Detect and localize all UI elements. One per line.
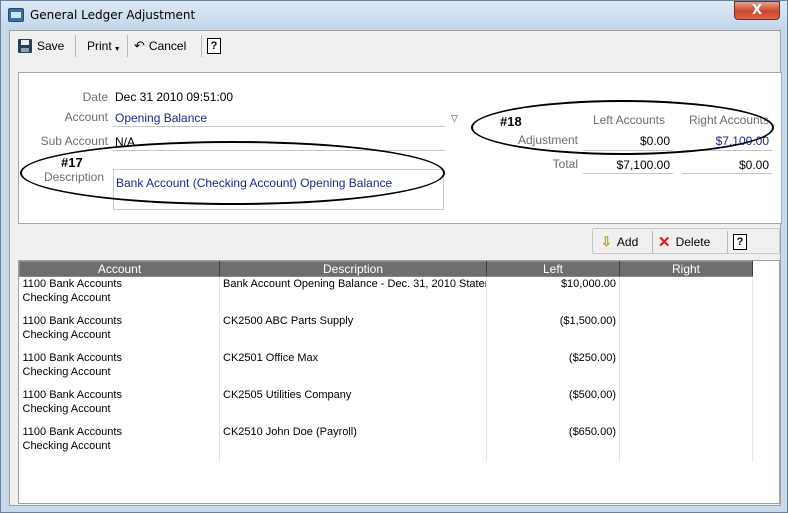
cancel-label: Cancel	[148, 39, 187, 53]
grid-help-button[interactable]: ?	[733, 232, 747, 252]
floppy-disk-icon	[18, 39, 32, 53]
toolbar-separator	[201, 35, 202, 57]
grid-toolbar: ⇩ Add ✕ Delete ?	[592, 228, 780, 254]
delete-x-icon: ✕	[658, 234, 671, 251]
account-cell: 1100 Bank Accounts Checking Account	[19, 424, 220, 462]
window-frame: General Ledger Adjustment X Save Print ▼…	[0, 0, 788, 513]
column-header-left[interactable]: Left	[486, 261, 620, 277]
left-cell: ($250.00)	[486, 350, 620, 388]
cancel-button[interactable]: ↶ Cancel	[134, 36, 186, 56]
account-select[interactable]: Opening Balance	[115, 111, 207, 125]
account-line-1: 1100 Bank Accounts	[22, 314, 122, 327]
help-icon: ?	[207, 38, 221, 54]
window-title: General Ledger Adjustment	[30, 8, 196, 22]
date-value: Dec 31 2010 09:51:00	[115, 90, 234, 104]
toolbar-separator	[652, 231, 653, 253]
description-cell: CK2500 ABC Parts Supply	[219, 313, 487, 351]
table-row[interactable]: 1100 Bank Accounts Checking Account Bank …	[19, 276, 753, 314]
ledger-table: Account Description Left Right 1100 Bank…	[19, 261, 753, 462]
left-cell: ($650.00)	[486, 424, 620, 462]
account-cell: 1100 Bank Accounts Checking Account	[19, 350, 220, 388]
description-cell: CK2510 John Doe (Payroll)	[219, 424, 487, 462]
account-cell: 1100 Bank Accounts Checking Account	[19, 313, 220, 351]
right-cell	[619, 313, 753, 351]
undo-icon: ↶	[134, 38, 145, 53]
ledger-grid: Account Description Left Right 1100 Bank…	[18, 260, 780, 504]
account-cell: 1100 Bank Accounts Checking Account	[19, 387, 220, 425]
add-label: Add	[616, 235, 639, 249]
right-cell	[619, 276, 753, 314]
save-label: Save	[37, 39, 65, 53]
table-row[interactable]: 1100 Bank Accounts Checking Account CK250…	[19, 313, 753, 351]
print-button[interactable]: Print ▼	[87, 36, 121, 56]
adjustment-form: Date Dec 31 2010 09:51:00 Account Openin…	[18, 72, 782, 224]
account-line-2: Checking Account	[22, 402, 111, 415]
help-button[interactable]: ?	[207, 36, 221, 56]
sub-account-label: Sub Account	[40, 134, 108, 148]
toolbar-separator	[127, 35, 128, 57]
help-icon: ?	[733, 234, 747, 250]
account-line-1: 1100 Bank Accounts	[22, 388, 122, 401]
left-cell: ($500.00)	[486, 387, 620, 425]
account-line-2: Checking Account	[22, 292, 111, 304]
account-cell: 1100 Bank Accounts Checking Account	[19, 276, 220, 314]
description-cell: Bank Account Opening Balance - Dec. 31, …	[219, 276, 487, 314]
table-row[interactable]: 1100 Bank Accounts Checking Account CK250…	[19, 387, 753, 425]
account-line-1: 1100 Bank Accounts	[22, 278, 122, 290]
chevron-down-icon[interactable]: ▽	[451, 113, 458, 124]
left-cell: ($1,500.00)	[486, 313, 620, 351]
right-cell	[619, 350, 753, 388]
account-line-2: Checking Account	[22, 328, 111, 341]
table-row[interactable]: 1100 Bank Accounts Checking Account CK251…	[19, 424, 753, 462]
account-label: Account	[64, 110, 108, 124]
account-line-2: Checking Account	[22, 439, 111, 452]
main-toolbar: Save Print ▼ ↶ Cancel ?	[10, 31, 780, 61]
date-label: Date	[82, 90, 108, 104]
total-left-underline	[583, 173, 673, 174]
total-right-value: $0.00	[738, 158, 769, 172]
right-cell	[619, 424, 753, 462]
account-line-2: Checking Account	[22, 365, 111, 378]
save-button[interactable]: Save	[18, 36, 64, 56]
account-line-1: 1100 Bank Accounts	[22, 351, 122, 364]
title-bar[interactable]: General Ledger Adjustment X	[1, 1, 787, 30]
column-header-account[interactable]: Account	[19, 261, 220, 277]
dropdown-arrow-icon: ▼	[113, 45, 121, 53]
print-label: Print	[87, 39, 112, 53]
add-button[interactable]: ⇩ Add	[601, 232, 638, 252]
toolbar-separator	[75, 35, 76, 57]
account-line-1: 1100 Bank Accounts	[22, 425, 122, 438]
close-button[interactable]: X	[734, 1, 780, 20]
description-cell: CK2505 Utilities Company	[219, 387, 487, 425]
right-cell	[619, 387, 753, 425]
delete-button[interactable]: ✕ Delete	[658, 232, 710, 252]
total-right-underline	[682, 173, 772, 174]
total-label: Total	[552, 157, 578, 171]
table-header-row: Account Description Left Right	[19, 261, 753, 277]
window-client-area: Save Print ▼ ↶ Cancel ? Date Dec 31 2010…	[9, 30, 782, 506]
table-row[interactable]: 1100 Bank Accounts Checking Account CK250…	[19, 350, 753, 388]
delete-label: Delete	[675, 235, 711, 249]
column-header-description[interactable]: Description	[219, 261, 487, 277]
app-icon	[8, 8, 24, 22]
annotation-ellipse-18	[471, 100, 774, 155]
annotation-ellipse-17	[20, 141, 445, 205]
account-underline	[113, 126, 445, 127]
arrow-down-icon: ⇩	[601, 234, 612, 249]
left-cell: $10,000.00	[486, 276, 620, 314]
column-header-right[interactable]: Right	[619, 261, 753, 277]
total-left-value: $7,100.00	[616, 158, 670, 172]
description-cell: CK2501 Office Max	[219, 350, 487, 388]
toolbar-separator	[727, 231, 728, 253]
